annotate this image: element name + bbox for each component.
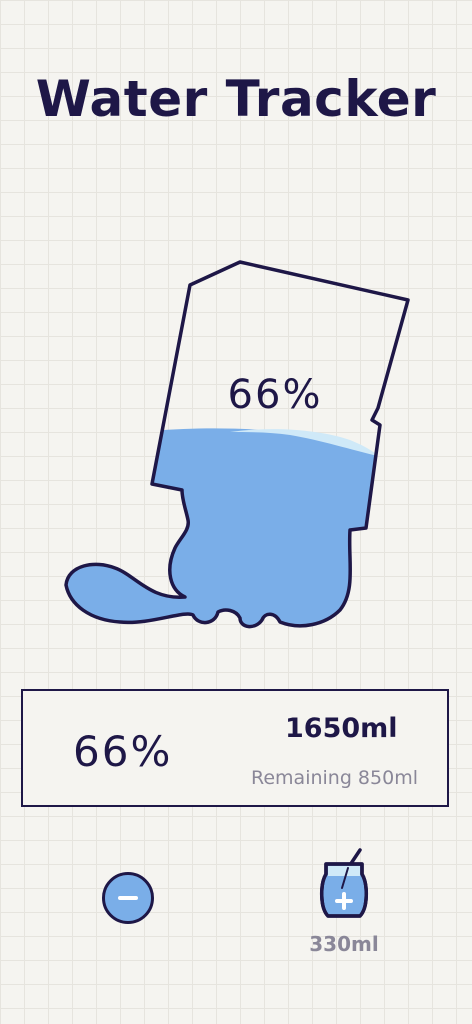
add-water-button[interactable] [312,844,376,924]
minus-icon [118,896,138,900]
water-fill [66,428,380,627]
cup-plus-icon [320,848,368,918]
stats-amount: 1650ml [285,713,398,744]
remove-water-button[interactable] [102,872,154,924]
stats-panel: 66% 1650ml Remaining 850ml [21,689,449,807]
page-title: Water Tracker [35,70,437,128]
cat-water-gauge: 66% [64,260,410,629]
gauge-percent: 66% [228,372,323,418]
stats-remaining: Remaining 850ml [251,767,418,789]
stats-percent: 66% [73,727,173,776]
add-amount-label: 330ml [309,932,379,956]
